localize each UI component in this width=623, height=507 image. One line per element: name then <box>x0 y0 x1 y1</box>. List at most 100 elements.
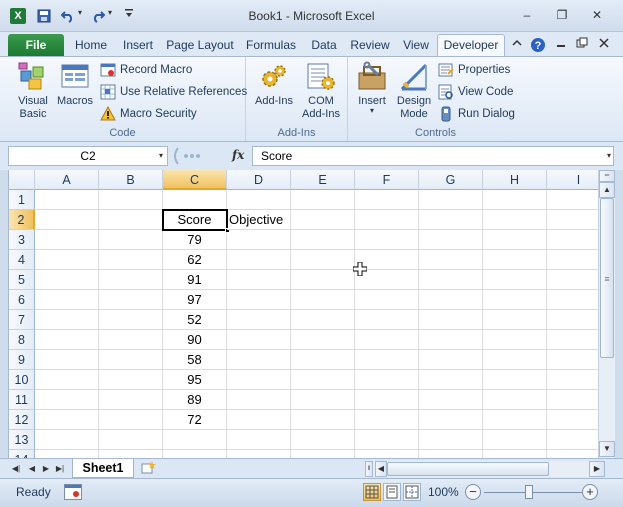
cell-h6[interactable] <box>483 290 547 310</box>
row-header-4[interactable]: 4 <box>9 250 35 270</box>
macros-button[interactable]: Macros <box>55 61 95 107</box>
cell-d12[interactable] <box>227 410 291 430</box>
row-header-9[interactable]: 9 <box>9 350 35 370</box>
horizontal-split-icon[interactable]: ‖ <box>365 461 373 477</box>
cell-b1[interactable] <box>99 190 163 210</box>
cell-f7[interactable] <box>355 310 419 330</box>
cell-b6[interactable] <box>99 290 163 310</box>
com-add-ins-button[interactable]: COM Add-Ins <box>298 61 344 121</box>
column-header-f[interactable]: F <box>355 170 419 190</box>
zoom-slider-track[interactable] <box>484 492 582 493</box>
record-macro-button[interactable]: Record Macro <box>100 61 192 79</box>
cell-g6[interactable] <box>419 290 483 310</box>
cell-h13[interactable] <box>483 430 547 450</box>
cell-c12[interactable]: 72 <box>163 410 227 430</box>
row-header-7[interactable]: 7 <box>9 310 35 330</box>
cell-e1[interactable] <box>291 190 355 210</box>
cell-a10[interactable] <box>35 370 99 390</box>
cell-g5[interactable] <box>419 270 483 290</box>
cell-a3[interactable] <box>35 230 99 250</box>
cell-e7[interactable] <box>291 310 355 330</box>
cell-i3[interactable] <box>547 230 598 250</box>
cell-h11[interactable] <box>483 390 547 410</box>
column-header-g[interactable]: G <box>419 170 483 190</box>
row-header-10[interactable]: 10 <box>9 370 35 390</box>
cell-c1[interactable] <box>163 190 227 210</box>
cell-a1[interactable] <box>35 190 99 210</box>
cell-f10[interactable] <box>355 370 419 390</box>
cell-e12[interactable] <box>291 410 355 430</box>
cell-b3[interactable] <box>99 230 163 250</box>
cell-h7[interactable] <box>483 310 547 330</box>
cell-g7[interactable] <box>419 310 483 330</box>
properties-button[interactable]: Properties <box>438 61 510 79</box>
cell-a8[interactable] <box>35 330 99 350</box>
cell-d14[interactable] <box>227 450 291 458</box>
cell-c5[interactable]: 91 <box>163 270 227 290</box>
cell-i13[interactable] <box>547 430 598 450</box>
cell-i14[interactable] <box>547 450 598 458</box>
macro-security-button[interactable]: Macro Security <box>100 105 197 123</box>
row-header-2[interactable]: 2 <box>9 210 35 230</box>
zoom-level[interactable]: 100% <box>428 485 459 499</box>
cell-h3[interactable] <box>483 230 547 250</box>
cell-f8[interactable] <box>355 330 419 350</box>
cell-d9[interactable] <box>227 350 291 370</box>
cell-f2[interactable] <box>355 210 419 230</box>
run-dialog-button[interactable]: Run Dialog <box>438 105 515 123</box>
cell-c13[interactable] <box>163 430 227 450</box>
cell-e14[interactable] <box>291 450 355 458</box>
cell-a6[interactable] <box>35 290 99 310</box>
cell-g4[interactable] <box>419 250 483 270</box>
cell-b13[interactable] <box>99 430 163 450</box>
scroll-up-button[interactable]: ▲ <box>599 182 615 198</box>
cell-e2[interactable] <box>291 210 355 230</box>
cell-g13[interactable] <box>419 430 483 450</box>
tab-home[interactable]: Home <box>70 36 112 56</box>
prev-sheet-button[interactable]: ◀ <box>26 462 38 476</box>
cell-a2[interactable] <box>35 210 99 230</box>
cell-d10[interactable] <box>227 370 291 390</box>
page-layout-view-button[interactable] <box>383 483 401 501</box>
cell-a11[interactable] <box>35 390 99 410</box>
vertical-scrollbar[interactable]: ═ ▲ ≡ ▼ <box>598 170 615 458</box>
cell-c7[interactable]: 52 <box>163 310 227 330</box>
minimize-button[interactable]: – <box>516 6 538 24</box>
scroll-left-button[interactable]: ◀ <box>375 461 387 477</box>
cell-e10[interactable] <box>291 370 355 390</box>
cell-b12[interactable] <box>99 410 163 430</box>
cell-h4[interactable] <box>483 250 547 270</box>
cell-c9[interactable]: 58 <box>163 350 227 370</box>
cell-c4[interactable]: 62 <box>163 250 227 270</box>
cell-b8[interactable] <box>99 330 163 350</box>
cell-g8[interactable] <box>419 330 483 350</box>
tab-developer[interactable]: Developer <box>437 34 505 56</box>
cell-b9[interactable] <box>99 350 163 370</box>
normal-view-button[interactable] <box>363 483 381 501</box>
cell-b5[interactable] <box>99 270 163 290</box>
add-ins-button[interactable]: Add-Ins <box>250 61 298 107</box>
insert-function-icon[interactable]: fx <box>232 148 244 162</box>
cell-g14[interactable] <box>419 450 483 458</box>
column-header-e[interactable]: E <box>291 170 355 190</box>
row-header-13[interactable]: 13 <box>9 430 35 450</box>
cell-d4[interactable] <box>227 250 291 270</box>
tab-page-layout[interactable]: Page Layout <box>164 36 236 56</box>
cell-f14[interactable] <box>355 450 419 458</box>
scroll-down-button[interactable]: ▼ <box>599 441 615 457</box>
cell-h8[interactable] <box>483 330 547 350</box>
tab-data[interactable]: Data <box>306 36 342 56</box>
insert-control-button[interactable]: Insert ▾ <box>352 61 392 115</box>
worksheet-grid[interactable]: ABCDEFGHI 1234567891011121314 ScoreObjec… <box>8 170 598 458</box>
zoom-slider-thumb[interactable] <box>525 485 533 499</box>
cell-h10[interactable] <box>483 370 547 390</box>
cell-e3[interactable] <box>291 230 355 250</box>
row-header-5[interactable]: 5 <box>9 270 35 290</box>
cell-d13[interactable] <box>227 430 291 450</box>
cell-c6[interactable]: 97 <box>163 290 227 310</box>
name-box[interactable]: C2 ▾ <box>8 146 168 166</box>
cell-a4[interactable] <box>35 250 99 270</box>
column-header-c[interactable]: C <box>163 170 227 190</box>
cell-d5[interactable] <box>227 270 291 290</box>
tab-view[interactable]: View <box>398 36 434 56</box>
